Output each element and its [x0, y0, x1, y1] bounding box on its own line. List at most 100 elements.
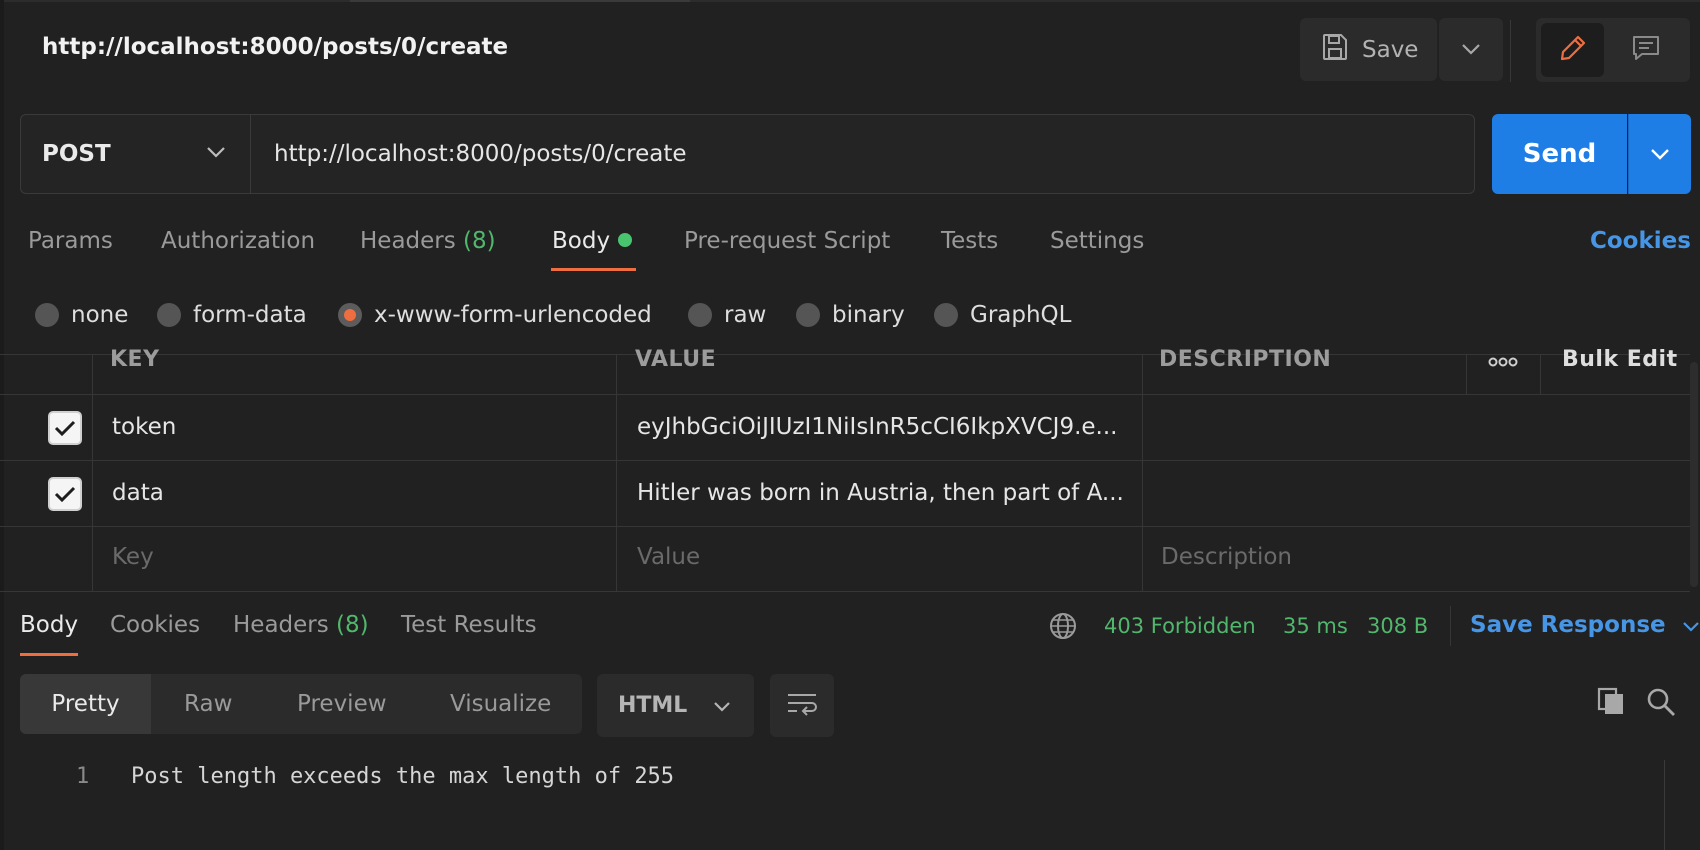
key-placeholder[interactable]: Key — [112, 544, 154, 570]
param-value[interactable]: Hitler was born in Austria, then part of… — [637, 480, 1127, 506]
row-checkbox[interactable] — [48, 411, 82, 445]
send-options-button[interactable] — [1628, 114, 1691, 194]
tab-indicator — [350, 0, 690, 2]
table-top-border — [0, 354, 1690, 355]
row-divider — [0, 526, 1690, 527]
radio-form-data[interactable]: form-data — [157, 300, 307, 330]
save-response-button[interactable]: Save Response — [1470, 612, 1700, 638]
radio-graphql[interactable]: GraphQL — [934, 300, 1071, 330]
search-icon[interactable] — [1646, 687, 1676, 721]
tab-body-label: Body — [552, 228, 611, 254]
method-label: POST — [42, 141, 111, 167]
column-divider — [616, 355, 617, 591]
comments-button[interactable] — [1608, 23, 1684, 77]
top-divider — [0, 0, 1700, 2]
column-divider — [1540, 355, 1541, 395]
radio-dot-selected — [338, 303, 362, 327]
format-label: HTML — [618, 693, 688, 718]
response-time[interactable]: 35 ms — [1283, 614, 1348, 638]
row-checkbox[interactable] — [48, 477, 82, 511]
tab-headers-label: Headers — [360, 228, 456, 254]
save-button[interactable]: Save — [1300, 18, 1436, 81]
modified-indicator — [618, 232, 633, 247]
param-value[interactable]: eyJhbGciOiJIUzI1NiIsInR5cCI6IkpXVCJ9.e..… — [637, 414, 1127, 440]
column-header-key: KEY — [110, 347, 160, 372]
format-select[interactable]: HTML — [597, 674, 754, 737]
more-icon[interactable] — [1488, 354, 1518, 374]
table-header-border — [0, 394, 1690, 395]
pencil-icon — [1558, 33, 1588, 67]
radio-urlencoded[interactable]: x-www-form-urlencoded — [338, 300, 652, 330]
url-input[interactable] — [252, 115, 1472, 193]
view-tab-visualize[interactable]: Visualize — [450, 674, 551, 734]
active-tab-underline — [20, 653, 78, 656]
column-divider — [1142, 355, 1143, 591]
response-tab-headers-count: (8) — [336, 612, 369, 638]
chevron-down-icon — [1650, 145, 1670, 164]
response-tab-body[interactable]: Body — [20, 612, 78, 638]
status-code[interactable]: 403 Forbidden — [1104, 614, 1256, 638]
line-number: 1 — [76, 764, 90, 789]
response-tab-cookies[interactable]: Cookies — [110, 612, 200, 638]
active-tab-underline — [551, 268, 636, 271]
radio-dot — [157, 303, 181, 327]
request-title[interactable]: http://localhost:8000/posts/0/create — [42, 34, 508, 60]
response-body-text[interactable]: Post length exceeds the max length of 25… — [131, 764, 674, 789]
radio-dot — [796, 303, 820, 327]
radio-binary[interactable]: binary — [796, 300, 905, 330]
tab-body[interactable]: Body — [552, 228, 633, 254]
radio-binary-label: binary — [832, 302, 905, 328]
table-bottom-border — [0, 591, 1690, 592]
radio-graphql-label: GraphQL — [970, 302, 1072, 328]
globe-icon[interactable] — [1048, 611, 1078, 645]
view-tab-pretty[interactable]: Pretty — [20, 674, 151, 734]
save-label: Save — [1362, 36, 1419, 63]
edit-mode-button[interactable] — [1541, 23, 1604, 77]
chevron-down-icon — [206, 143, 226, 162]
cookies-link[interactable]: Cookies — [1590, 228, 1691, 254]
response-size[interactable]: 308 B — [1367, 614, 1428, 638]
save-icon — [1322, 33, 1348, 67]
response-tab-headers[interactable]: Headers (8) — [233, 612, 369, 638]
column-header-description: DESCRIPTION — [1159, 347, 1332, 372]
tab-tests[interactable]: Tests — [941, 228, 998, 254]
view-tab-preview[interactable]: Preview — [297, 674, 387, 734]
chevron-down-icon — [1461, 40, 1481, 59]
value-placeholder[interactable]: Value — [637, 544, 700, 570]
tab-settings[interactable]: Settings — [1050, 228, 1144, 254]
chevron-down-icon — [1682, 612, 1700, 638]
radio-form-data-label: form-data — [193, 302, 307, 328]
radio-none[interactable]: none — [35, 300, 128, 330]
send-button[interactable]: Send — [1492, 114, 1627, 194]
tab-authorization[interactable]: Authorization — [161, 228, 315, 254]
tab-params[interactable]: Params — [28, 228, 113, 254]
column-header-value: VALUE — [635, 347, 717, 372]
radio-urlencoded-label: x-www-form-urlencoded — [374, 302, 652, 328]
wrap-lines-icon — [786, 691, 818, 721]
table-scrollbar[interactable] — [1690, 362, 1698, 587]
column-divider — [1466, 355, 1467, 395]
comment-icon — [1631, 34, 1661, 66]
param-key[interactable]: data — [112, 480, 164, 506]
radio-dot — [35, 303, 59, 327]
radio-raw[interactable]: raw — [688, 300, 766, 330]
save-options-button[interactable] — [1439, 18, 1503, 81]
param-key[interactable]: token — [112, 414, 176, 440]
wrap-lines-button[interactable] — [770, 674, 834, 737]
radio-dot — [688, 303, 712, 327]
view-tab-raw[interactable]: Raw — [184, 674, 232, 734]
radio-dot — [934, 303, 958, 327]
tab-headers[interactable]: Headers (8) — [360, 228, 496, 254]
copy-icon[interactable] — [1596, 686, 1626, 720]
response-tab-test-results[interactable]: Test Results — [401, 612, 537, 638]
header-divider — [1510, 20, 1511, 82]
left-edge — [0, 0, 4, 850]
response-tab-headers-label: Headers — [233, 612, 329, 638]
radio-none-label: none — [71, 302, 129, 328]
description-placeholder[interactable]: Description — [1161, 544, 1292, 570]
radio-raw-label: raw — [724, 302, 767, 328]
status-divider — [1450, 606, 1451, 646]
bulk-edit-link[interactable]: Bulk Edit — [1562, 347, 1678, 372]
tab-headers-count: (8) — [463, 228, 496, 254]
tab-prerequest-script[interactable]: Pre-request Script — [684, 228, 890, 254]
